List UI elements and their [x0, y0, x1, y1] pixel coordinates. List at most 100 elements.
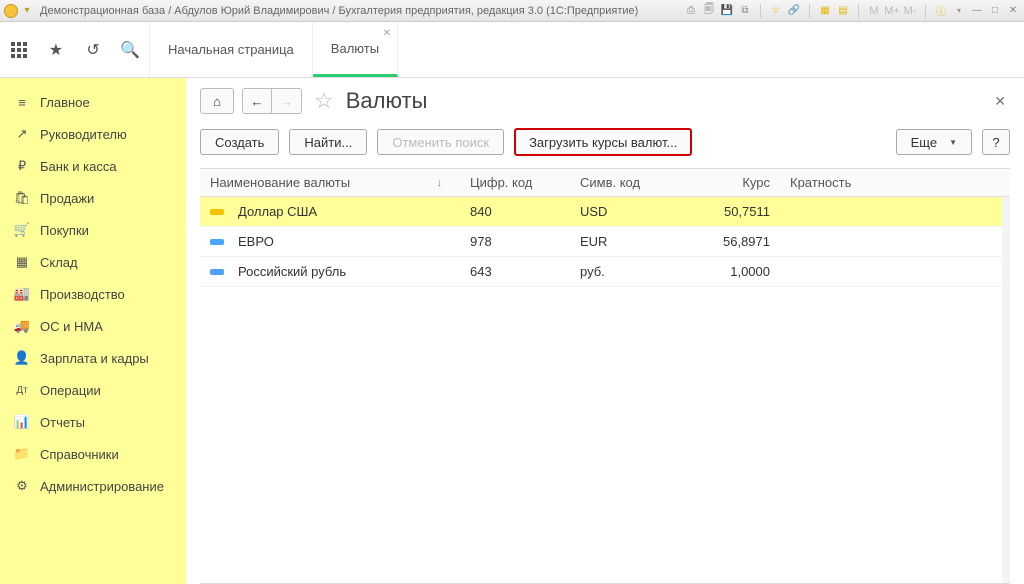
sidebar-item-salary[interactable]: 👤 Зарплата и кадры	[0, 342, 186, 374]
sidebar-item-label: Отчеты	[40, 415, 85, 430]
separator	[809, 4, 810, 18]
cell-rate: 1,0000	[660, 264, 780, 279]
create-button[interactable]: Создать	[200, 129, 279, 155]
sidebar-item-label: Операции	[40, 383, 101, 398]
cell-rate: 50,7511	[660, 204, 780, 219]
print-icon[interactable]: ⎙	[684, 4, 698, 18]
table-row[interactable]: Доллар США 840USD50,7511	[200, 197, 1010, 227]
cell-ncode: 840	[460, 204, 570, 219]
top-bar: ★ ↺ 🔍 Начальная страница Валюты ✕	[0, 22, 1024, 78]
separator	[760, 4, 761, 18]
window-title: Демонстрационная база / Абдулов Юрий Вла…	[40, 5, 684, 17]
preview-icon[interactable]: 🗐	[702, 4, 716, 18]
save-icon[interactable]: 💾	[720, 4, 734, 18]
grid-header: Наименование валюты↓ Цифр. код Симв. код…	[200, 169, 1010, 197]
info-dropdown-icon[interactable]: ▾	[952, 4, 966, 18]
tab-currencies[interactable]: Валюты ✕	[313, 22, 398, 77]
sidebar-item-assets[interactable]: 🚚ОС и НМА	[0, 310, 186, 342]
history-icon[interactable]: ↺	[83, 40, 103, 60]
col-rate[interactable]: Курс	[660, 175, 780, 190]
sidebar-item-production[interactable]: 🏭Производство	[0, 278, 186, 310]
cart-icon: 🛒	[14, 222, 30, 238]
ruble-icon: ₽	[14, 158, 30, 174]
calc-mplus[interactable]: M+	[885, 4, 899, 18]
more-button[interactable]: Еще	[896, 129, 972, 155]
sidebar-item-label: ОС и НМА	[40, 319, 103, 334]
window-titlebar: ▾ Демонстрационная база / Абдулов Юрий В…	[0, 0, 1024, 22]
gear-icon: ⚙	[14, 478, 30, 494]
page-title: Валюты	[346, 88, 983, 114]
dtkt-icon: Дт	[14, 382, 30, 398]
star-icon[interactable]: ★	[46, 40, 66, 60]
tab-label: Валюты	[331, 41, 379, 56]
barchart-icon: 📊	[14, 414, 30, 430]
tab-start-page[interactable]: Начальная страница	[150, 22, 313, 77]
sidebar-item-catalogs[interactable]: 📁Справочники	[0, 438, 186, 470]
sidebar-item-reports[interactable]: 📊 Отчеты	[0, 406, 186, 438]
cell-ncode: 978	[460, 234, 570, 249]
col-mult[interactable]: Кратность	[780, 175, 1010, 190]
cell-name: Доллар США	[238, 204, 317, 219]
apps-icon[interactable]	[9, 40, 29, 60]
sidebar-item-label: Администрирование	[40, 479, 164, 494]
sidebar-item-label: Продажи	[40, 191, 94, 206]
col-scode[interactable]: Симв. код	[570, 175, 660, 190]
sidebar-item-purchases[interactable]: 🛒 Покупки	[0, 214, 186, 246]
find-button[interactable]: Найти...	[289, 129, 367, 155]
sidebar-item-label: Производство	[40, 287, 125, 302]
app-logo-icon	[4, 4, 18, 18]
scrollbar[interactable]	[1002, 197, 1010, 583]
back-button[interactable]: ←	[242, 88, 272, 114]
sidebar-item-label: Склад	[40, 255, 78, 270]
col-name[interactable]: Наименование валюты↓	[200, 175, 460, 190]
sidebar-item-sales[interactable]: 🛍Продажи	[0, 182, 186, 214]
forward-button[interactable]: →	[272, 88, 302, 114]
grid-body: Доллар США 840USD50,7511 ЕВРО 978EUR56,8971…	[200, 197, 1010, 583]
sidebar-item-manager[interactable]: ↗ Руководителю	[0, 118, 186, 150]
chart-up-icon: ↗	[14, 126, 30, 142]
sidebar-item-operations[interactable]: Дт Операции	[0, 374, 186, 406]
tab-close-icon[interactable]: ✕	[383, 28, 391, 39]
calc-mminus[interactable]: M-	[903, 4, 917, 18]
boxes-icon: ▦	[14, 254, 30, 270]
cell-scode: USD	[570, 204, 660, 219]
row-marker-icon	[210, 239, 224, 245]
sidebar-item-label: Банк и касса	[40, 159, 117, 174]
link-icon[interactable]: 🔗	[787, 4, 801, 18]
load-rates-button[interactable]: Загрузить курсы валют...	[514, 128, 692, 156]
separator	[858, 4, 859, 18]
table-row[interactable]: ЕВРО 978EUR56,8971	[200, 227, 1010, 257]
maximize-icon[interactable]: □	[988, 4, 1002, 18]
page-close-icon[interactable]: ✕	[990, 89, 1010, 114]
cell-rate: 56,8971	[660, 234, 780, 249]
favorite-icon[interactable]: ☆	[769, 4, 783, 18]
close-icon[interactable]: ✕	[1006, 4, 1020, 18]
sidebar-item-label: Руководителю	[40, 127, 127, 142]
home-button[interactable]: ⌂	[200, 88, 234, 114]
calc-icon[interactable]: ▦	[818, 4, 832, 18]
person-icon: 👤	[14, 350, 30, 366]
sidebar-item-label: Зарплата и кадры	[40, 351, 149, 366]
sidebar-item-warehouse[interactable]: ▦ Склад	[0, 246, 186, 278]
help-button[interactable]: ?	[982, 129, 1010, 155]
calendar-icon[interactable]: ▤	[836, 4, 850, 18]
col-ncode[interactable]: Цифр. код	[460, 175, 570, 190]
cell-name: ЕВРО	[238, 234, 274, 249]
separator	[925, 4, 926, 18]
compare-icon[interactable]: ⧉	[738, 4, 752, 18]
sidebar-item-main[interactable]: ≡Главное	[0, 86, 186, 118]
search-icon[interactable]: 🔍	[120, 40, 140, 60]
dropdown-icon[interactable]: ▾	[20, 4, 34, 18]
row-marker-icon	[210, 269, 224, 275]
table-row[interactable]: Российский рубль643руб.1,0000	[200, 257, 1010, 287]
row-marker-icon	[210, 209, 224, 215]
calc-m[interactable]: M	[867, 4, 881, 18]
currency-grid: Наименование валюты↓ Цифр. код Симв. код…	[200, 168, 1010, 584]
sidebar-item-bank[interactable]: ₽ Банк и касса	[0, 150, 186, 182]
minimize-icon[interactable]: —	[970, 4, 984, 18]
favorite-star-icon[interactable]: ☆	[314, 88, 334, 114]
info-icon[interactable]: ⓘ	[934, 4, 948, 18]
sidebar-item-admin[interactable]: ⚙ Администрирование	[0, 470, 186, 502]
sidebar-item-label: Покупки	[40, 223, 89, 238]
cell-scode: EUR	[570, 234, 660, 249]
